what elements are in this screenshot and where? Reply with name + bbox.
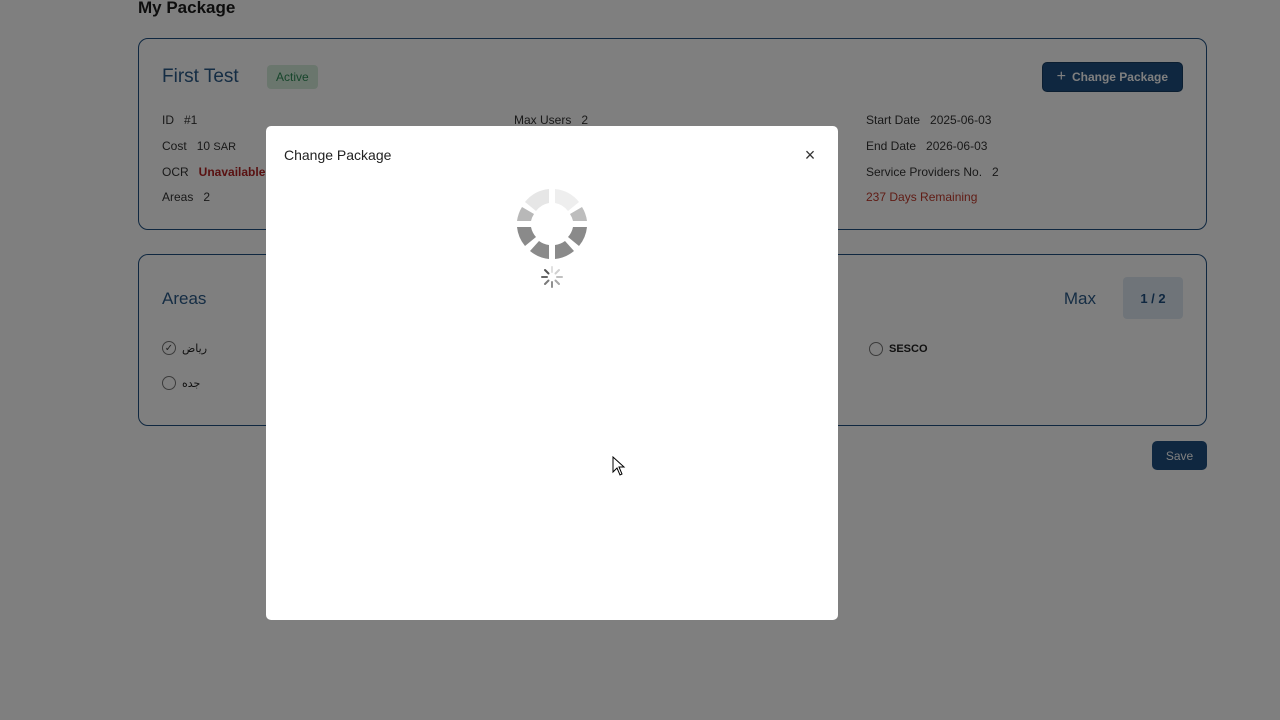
cursor-icon	[612, 456, 626, 476]
change-package-modal: Change Package ×	[266, 126, 838, 620]
close-icon[interactable]: ×	[798, 143, 822, 167]
modal-title: Change Package	[284, 147, 392, 163]
loading-spinner-small-icon	[541, 266, 563, 288]
loading-spinner-icon	[517, 189, 587, 259]
